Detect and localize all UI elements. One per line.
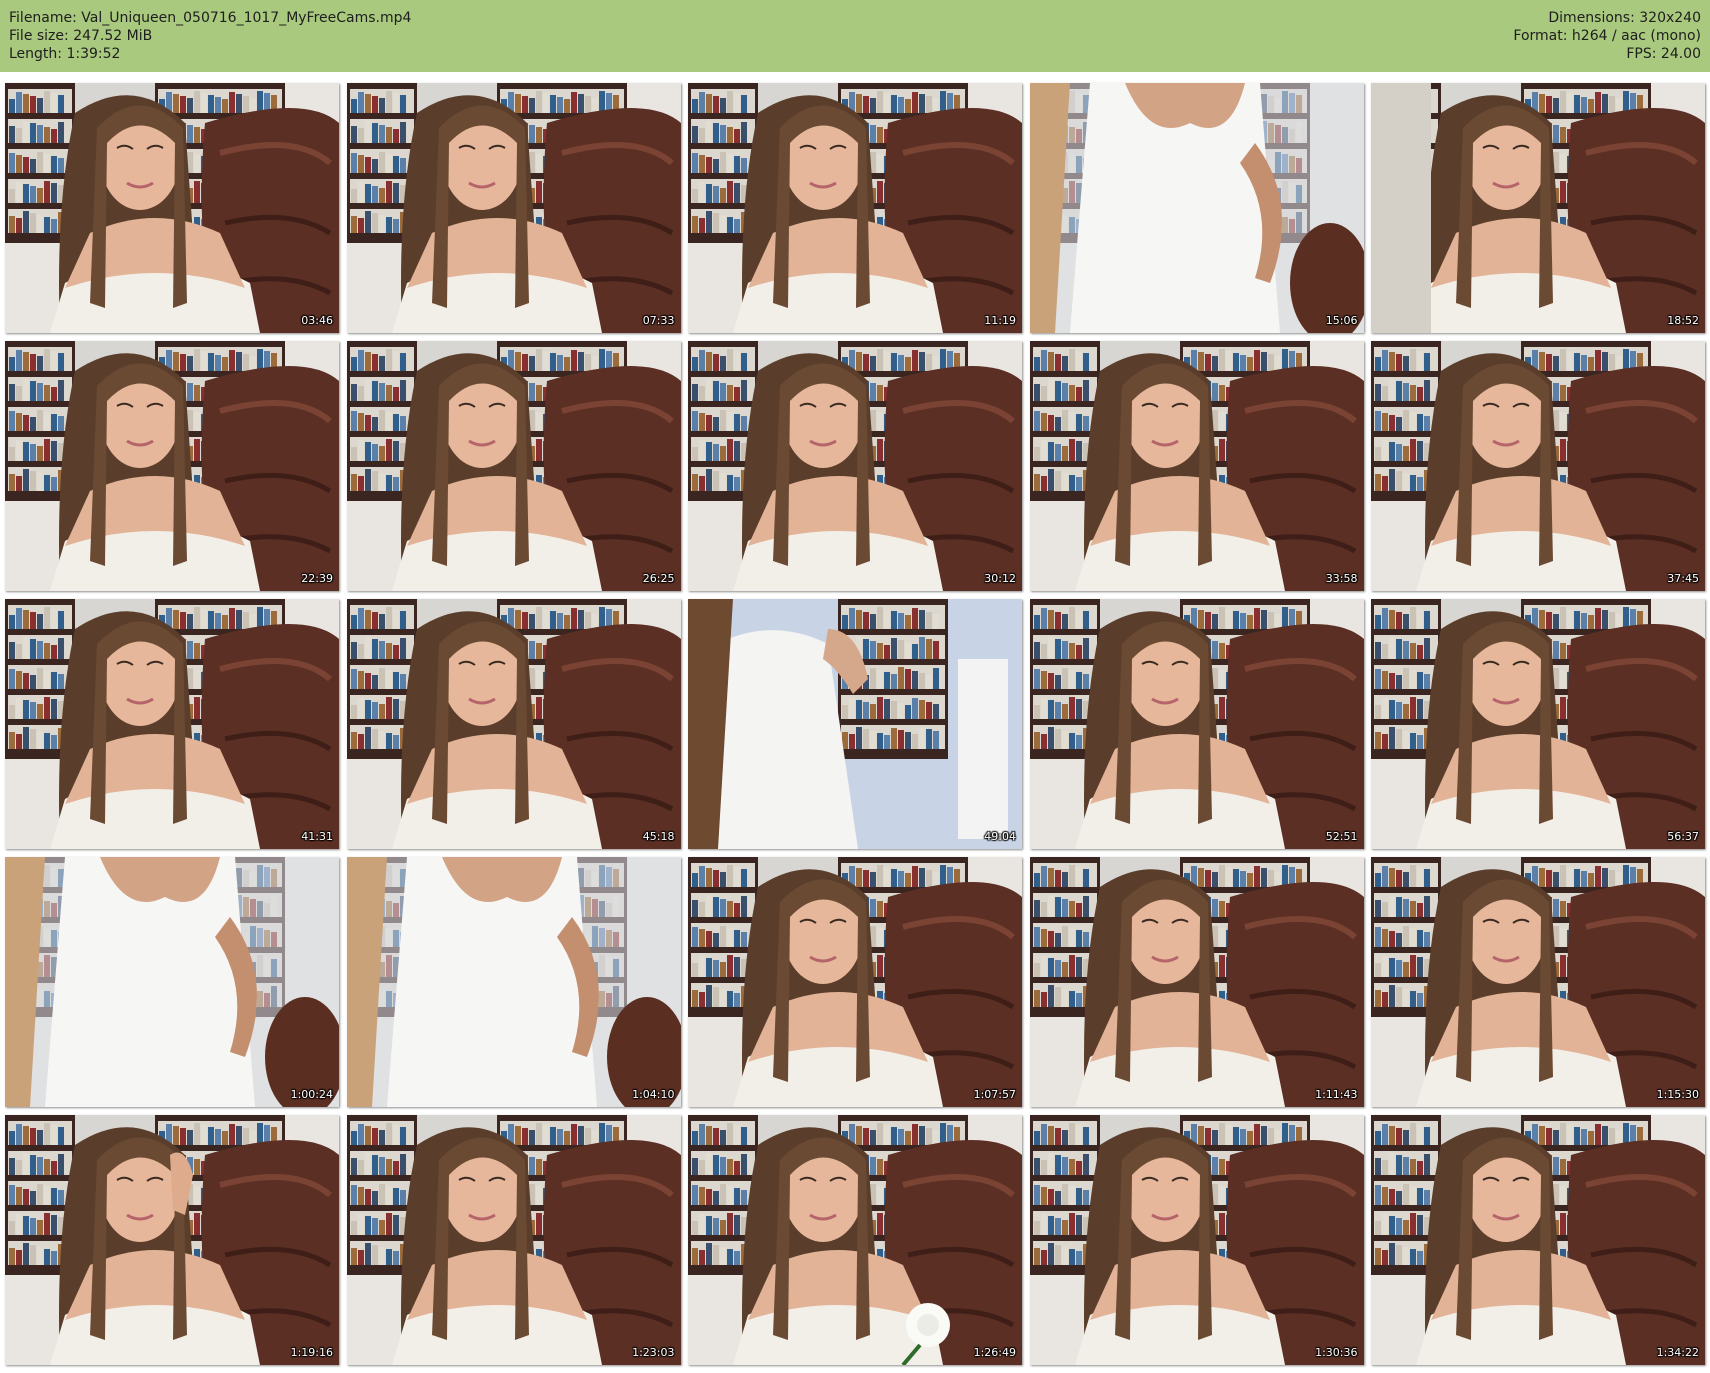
video-thumbnail: 30:12 xyxy=(688,341,1022,591)
video-thumbnail: 49:04 xyxy=(688,599,1022,849)
video-thumbnail: 26:25 xyxy=(346,341,681,591)
thumbnail-timestamp: 18:52 xyxy=(1667,314,1699,327)
dimensions-text: Dimensions: 320x240 xyxy=(1548,10,1701,26)
video-thumbnail: 52:51 xyxy=(1029,599,1364,849)
thumbnail-timestamp: 15:06 xyxy=(1325,314,1358,327)
file-info: Filename: Val_Uniqueen_050716_1017_MyFre… xyxy=(9,9,411,63)
thumbnail-timestamp: 1:11:43 xyxy=(1315,1088,1358,1101)
thumbnail-frame-image xyxy=(688,1115,1022,1365)
thumbnail-timestamp: 37:45 xyxy=(1667,572,1699,585)
thumbnail-timestamp: 49:04 xyxy=(984,830,1016,843)
thumbnail-timestamp: 1:34:22 xyxy=(1656,1346,1699,1359)
thumbnail-frame-image xyxy=(5,341,339,591)
thumbnail-timestamp: 52:51 xyxy=(1325,830,1358,843)
video-thumbnail: 1:00:24 xyxy=(5,857,339,1107)
thumbnail-timestamp: 30:12 xyxy=(984,572,1016,585)
video-thumbnail: 41:31 xyxy=(5,599,339,849)
format-text: Format: h264 / aac (mono) xyxy=(1513,28,1701,44)
thumbnail-timestamp: 11:19 xyxy=(984,314,1016,327)
thumbnail-frame-image xyxy=(5,1115,339,1365)
video-thumbnail: 33:58 xyxy=(1029,341,1364,591)
thumbnail-frame-image xyxy=(5,83,339,333)
video-thumbnail: 56:37 xyxy=(1371,599,1705,849)
thumbnail-timestamp: 07:33 xyxy=(642,314,675,327)
thumbnail-timestamp: 1:04:10 xyxy=(632,1088,675,1101)
info-header: Filename: Val_Uniqueen_050716_1017_MyFre… xyxy=(0,0,1710,72)
video-thumbnail: 1:30:36 xyxy=(1029,1115,1364,1365)
thumbnail-frame-image xyxy=(1371,599,1705,849)
video-thumbnail: 1:23:03 xyxy=(346,1115,681,1365)
thumbnail-timestamp: 1:23:03 xyxy=(632,1346,675,1359)
video-thumbnail: 1:04:10 xyxy=(346,857,681,1107)
video-thumbnail: 18:52 xyxy=(1371,83,1705,333)
thumbnail-frame-image xyxy=(688,599,1022,849)
video-thumbnail: 22:39 xyxy=(5,341,339,591)
video-thumbnail: 45:18 xyxy=(346,599,681,849)
thumbnail-timestamp: 22:39 xyxy=(301,572,333,585)
video-thumbnail: 11:19 xyxy=(688,83,1022,333)
video-thumbnail: 1:34:22 xyxy=(1371,1115,1705,1365)
thumbnail-frame-image xyxy=(688,83,1022,333)
stream-info: Dimensions: 320x240 Format: h264 / aac (… xyxy=(1513,9,1701,63)
thumbnail-frame-image xyxy=(1029,599,1364,849)
thumbnail-frame-image xyxy=(346,83,681,333)
thumbnail-frame-image xyxy=(688,857,1022,1107)
thumbnail-frame-image xyxy=(5,857,339,1107)
video-thumbnail: 03:46 xyxy=(5,83,339,333)
thumbnail-timestamp: 56:37 xyxy=(1667,830,1699,843)
thumbnail-timestamp: 41:31 xyxy=(301,830,333,843)
video-thumbnail: 15:06 xyxy=(1029,83,1364,333)
length-text: Length: 1:39:52 xyxy=(9,46,121,62)
thumbnail-frame-image xyxy=(346,599,681,849)
video-thumbnail: 07:33 xyxy=(346,83,681,333)
fps-text: FPS: 24.00 xyxy=(1626,46,1701,62)
thumbnail-frame-image xyxy=(1029,341,1364,591)
thumbnail-frame-image xyxy=(5,599,339,849)
thumbnail-frame-image xyxy=(346,1115,681,1365)
filesize-text: File size: 247.52 MiB xyxy=(9,28,153,44)
thumbnail-timestamp: 1:26:49 xyxy=(973,1346,1016,1359)
video-thumbnail: 1:07:57 xyxy=(688,857,1022,1107)
thumbnail-timestamp: 33:58 xyxy=(1325,572,1358,585)
thumbnail-timestamp: 1:19:16 xyxy=(290,1346,333,1359)
thumbnail-timestamp: 45:18 xyxy=(642,830,675,843)
thumbnail-timestamp: 1:07:57 xyxy=(973,1088,1016,1101)
thumbnail-frame-image xyxy=(1371,1115,1705,1365)
thumbnail-frame-image xyxy=(688,341,1022,591)
thumbnail-frame-image xyxy=(1029,83,1364,333)
thumbnail-timestamp: 1:15:30 xyxy=(1656,1088,1699,1101)
thumbnail-frame-image xyxy=(346,341,681,591)
thumbnail-frame-image xyxy=(1371,341,1705,591)
thumbnail-frame-image xyxy=(1371,83,1705,333)
video-thumbnail: 1:15:30 xyxy=(1371,857,1705,1107)
video-thumbnail: 37:45 xyxy=(1371,341,1705,591)
thumbnail-frame-image xyxy=(1029,1115,1364,1365)
video-thumbnail: 1:19:16 xyxy=(5,1115,339,1365)
video-thumbnail: 1:11:43 xyxy=(1029,857,1364,1107)
thumbnail-frame-image xyxy=(1371,857,1705,1107)
thumbnail-frame-image xyxy=(1029,857,1364,1107)
thumbnail-frame-image xyxy=(346,857,681,1107)
thumbnail-timestamp: 1:00:24 xyxy=(290,1088,333,1101)
filename-text: Filename: Val_Uniqueen_050716_1017_MyFre… xyxy=(9,10,412,26)
thumbnail-grid: 03:46 07:33 11:19 15:06 18:52 22:39 26:25 30:12… xyxy=(5,83,1705,1365)
thumbnail-timestamp: 26:25 xyxy=(642,572,675,585)
thumbnail-timestamp: 03:46 xyxy=(301,314,333,327)
video-thumbnail: 1:26:49 xyxy=(688,1115,1022,1365)
thumbnail-timestamp: 1:30:36 xyxy=(1315,1346,1358,1359)
